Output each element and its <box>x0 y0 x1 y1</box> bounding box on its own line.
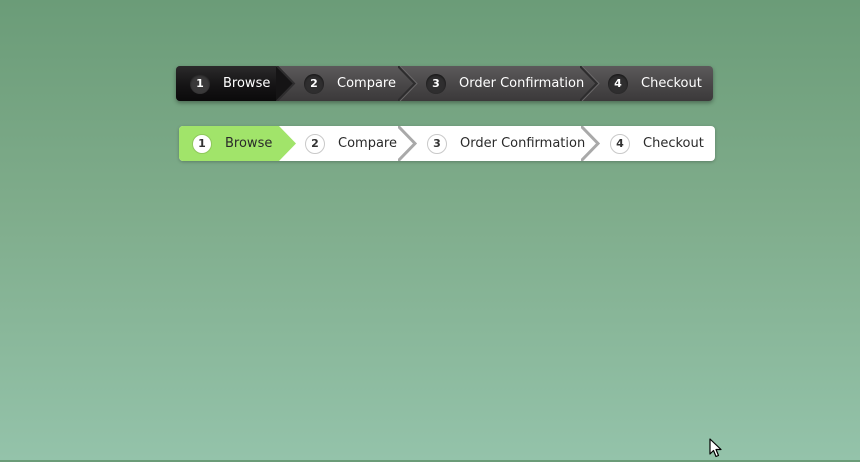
step-number-badge: 2 <box>305 133 325 154</box>
arrow-cursor-icon <box>709 438 723 458</box>
dark-step-checkout[interactable]: 4 Checkout <box>580 66 713 101</box>
dark-step-order-confirmation[interactable]: 3 Order Confirmation <box>398 66 584 101</box>
step-label: Browse <box>225 136 273 151</box>
dark-step-progress-bar: 1 Browse 2 Compare 3 Order Confirmation … <box>176 66 713 101</box>
step-number-badge: 2 <box>304 73 324 94</box>
light-step-checkout[interactable]: 4 Checkout <box>581 126 715 161</box>
step-number-badge: 4 <box>610 133 630 154</box>
light-step-order-confirmation[interactable]: 3 Order Confirmation <box>398 126 585 161</box>
light-step-browse[interactable]: 1 Browse <box>179 126 279 161</box>
step-number-badge: 1 <box>190 73 210 94</box>
step-number-badge: 4 <box>608 73 628 94</box>
light-step-progress-bar: 1 Browse 2 Compare 3 Order Confirmation … <box>179 126 715 161</box>
step-label: Checkout <box>643 136 704 151</box>
step-label: Browse <box>223 76 271 91</box>
step-number-badge: 1 <box>192 133 212 154</box>
dark-step-browse[interactable]: 1 Browse <box>176 66 276 101</box>
step-number-badge: 3 <box>426 73 446 94</box>
step-label: Checkout <box>641 76 702 91</box>
dark-step-compare[interactable]: 2 Compare <box>276 66 398 101</box>
step-label: Compare <box>337 76 396 91</box>
step-number-badge: 3 <box>427 133 447 154</box>
step-label: Order Confirmation <box>459 76 585 91</box>
step-label: Compare <box>338 136 397 151</box>
light-step-compare[interactable]: 2 Compare <box>279 126 398 161</box>
step-label: Order Confirmation <box>460 136 586 151</box>
